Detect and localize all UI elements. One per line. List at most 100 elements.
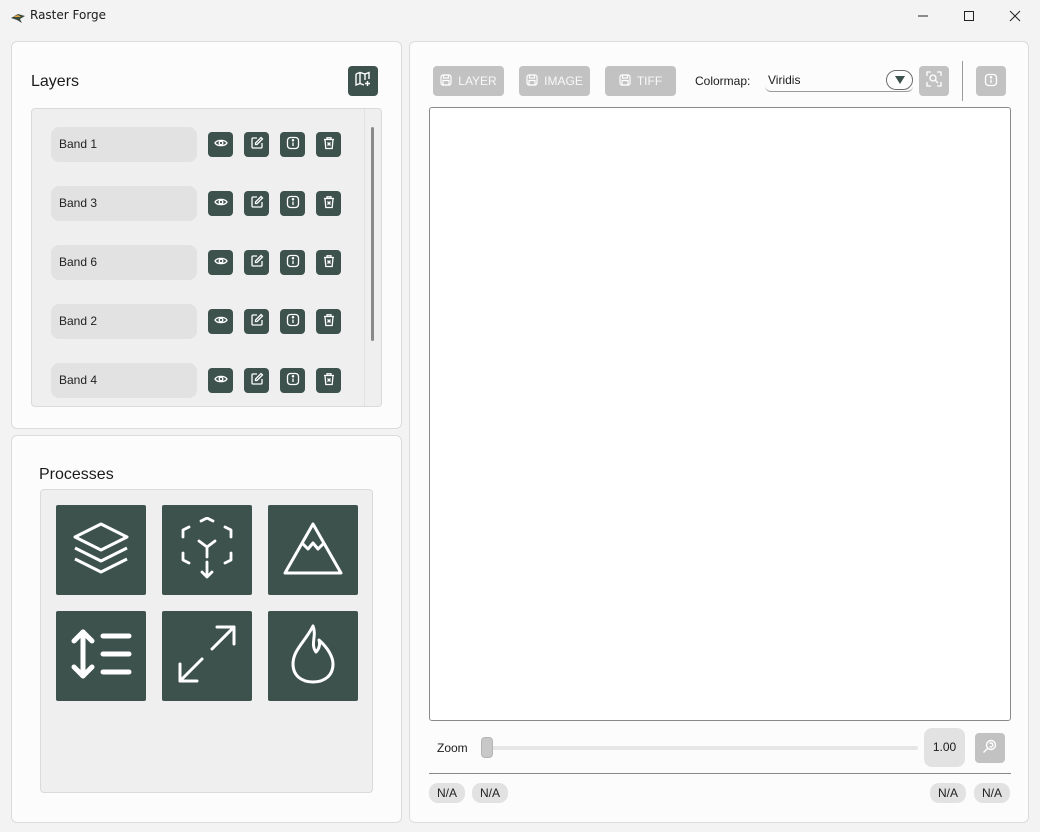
save-icon: [440, 73, 452, 89]
layer-row: Band 1: [32, 127, 352, 163]
edit-icon: [250, 135, 264, 154]
layer-name-field[interactable]: Band 2: [51, 304, 197, 339]
layer-row: Band 4: [32, 363, 352, 399]
layer-list-scrollbar-thumb[interactable]: [371, 127, 374, 341]
zoom-label: Zoom: [437, 741, 468, 755]
dropdown-arrow-icon[interactable]: [886, 70, 913, 90]
info-icon: [984, 72, 998, 91]
layers-icon: [71, 518, 131, 582]
colormap-label: Colormap:: [695, 74, 751, 88]
delete-layer-button[interactable]: [316, 191, 341, 216]
processes-panel: Processes: [11, 435, 402, 823]
layer-list[interactable]: Band 1 Band 3 Band 6 Band 2 Band 4: [31, 108, 382, 407]
expand-diagonal-icon: [177, 624, 237, 688]
delete-layer-button[interactable]: [316, 250, 341, 275]
processes-title: Processes: [39, 466, 114, 483]
map-plus-icon: [355, 71, 371, 91]
eye-icon: [213, 253, 228, 272]
sort-lines-icon: [69, 626, 133, 686]
edit-icon: [250, 371, 264, 390]
terrain-process-button[interactable]: [268, 505, 358, 595]
status-chip: N/A: [472, 783, 508, 803]
scan-search-icon: [926, 71, 942, 91]
layer-info-button[interactable]: [280, 309, 305, 334]
info-icon: [286, 194, 300, 213]
edit-layer-button[interactable]: [244, 191, 269, 216]
trash-icon: [322, 253, 336, 272]
toggle-visibility-button[interactable]: [208, 250, 233, 275]
layer-info-button[interactable]: [280, 250, 305, 275]
sort-process-button[interactable]: [56, 611, 146, 701]
stack-layers-process-button[interactable]: [56, 505, 146, 595]
edit-layer-button[interactable]: [244, 309, 269, 334]
info-icon: [286, 253, 300, 272]
resize-process-button[interactable]: [162, 611, 252, 701]
zoom-value-field[interactable]: 1.00: [924, 728, 965, 767]
edit-layer-button[interactable]: [244, 132, 269, 157]
zoom-slider-track[interactable]: [484, 746, 918, 750]
toggle-visibility-button[interactable]: [208, 132, 233, 157]
layers-title: Layers: [31, 73, 80, 90]
3d-view-process-button[interactable]: [162, 505, 252, 595]
window-title: Raster Forge: [30, 8, 107, 22]
edit-layer-button[interactable]: [244, 368, 269, 393]
info-icon: [286, 135, 300, 154]
processes-grid: [40, 489, 373, 793]
delete-layer-button[interactable]: [316, 132, 341, 157]
status-chip: N/A: [930, 783, 966, 803]
save-tiff-label: TIFF: [636, 74, 663, 88]
edit-icon: [250, 312, 264, 331]
edit-icon: [250, 253, 264, 272]
image-canvas[interactable]: [429, 107, 1011, 721]
fire-process-button[interactable]: [268, 611, 358, 701]
title-bar: Raster Forge: [0, 0, 1040, 32]
layer-row: Band 3: [32, 186, 352, 222]
colormap-dropdown[interactable]: Viridis: [765, 70, 913, 92]
layer-info-button[interactable]: [280, 191, 305, 216]
close-button[interactable]: [992, 0, 1038, 32]
eye-icon: [213, 194, 228, 213]
layer-info-button[interactable]: [280, 368, 305, 393]
save-layer-button[interactable]: LAYER: [433, 66, 504, 96]
save-icon: [526, 73, 538, 89]
reset-zoom-button[interactable]: [975, 733, 1005, 763]
mountain-icon: [282, 520, 344, 580]
maximize-button[interactable]: [946, 0, 992, 32]
minimize-button[interactable]: [900, 0, 946, 32]
delete-layer-button[interactable]: [316, 309, 341, 334]
zoom-reset-icon: [982, 738, 998, 758]
layer-name-field[interactable]: Band 4: [51, 363, 197, 398]
viewer-panel: LAYER IMAGE TIFF Colormap: Viridis Zoom …: [409, 41, 1029, 823]
delete-layer-button[interactable]: [316, 368, 341, 393]
toggle-visibility-button[interactable]: [208, 191, 233, 216]
status-chip: N/A: [429, 783, 465, 803]
status-separator: [429, 773, 1011, 774]
info-icon: [286, 312, 300, 331]
save-image-button[interactable]: IMAGE: [519, 66, 590, 96]
layer-info-button[interactable]: [280, 132, 305, 157]
colormap-value: Viridis: [768, 73, 801, 87]
info-icon: [286, 371, 300, 390]
layer-name-field[interactable]: Band 3: [51, 186, 197, 221]
zoom-slider-handle[interactable]: [481, 737, 493, 758]
edit-layer-button[interactable]: [244, 250, 269, 275]
eye-icon: [213, 371, 228, 390]
toolbar-separator: [962, 61, 963, 101]
zoom-to-fit-button[interactable]: [919, 66, 949, 96]
image-info-button[interactable]: [976, 66, 1006, 96]
save-layer-label: LAYER: [458, 74, 497, 88]
save-tiff-button[interactable]: TIFF: [605, 66, 676, 96]
layer-name-field[interactable]: Band 6: [51, 245, 197, 280]
layer-name-field[interactable]: Band 1: [51, 127, 197, 162]
trash-icon: [322, 371, 336, 390]
layer-row: Band 6: [32, 245, 352, 281]
toggle-visibility-button[interactable]: [208, 309, 233, 334]
save-icon: [619, 73, 631, 89]
add-layer-button[interactable]: [348, 66, 378, 96]
eye-icon: [213, 312, 228, 331]
app-logo-icon: [10, 9, 26, 23]
trash-icon: [322, 135, 336, 154]
toggle-visibility-button[interactable]: [208, 368, 233, 393]
save-image-label: IMAGE: [544, 74, 583, 88]
status-chip: N/A: [974, 783, 1010, 803]
